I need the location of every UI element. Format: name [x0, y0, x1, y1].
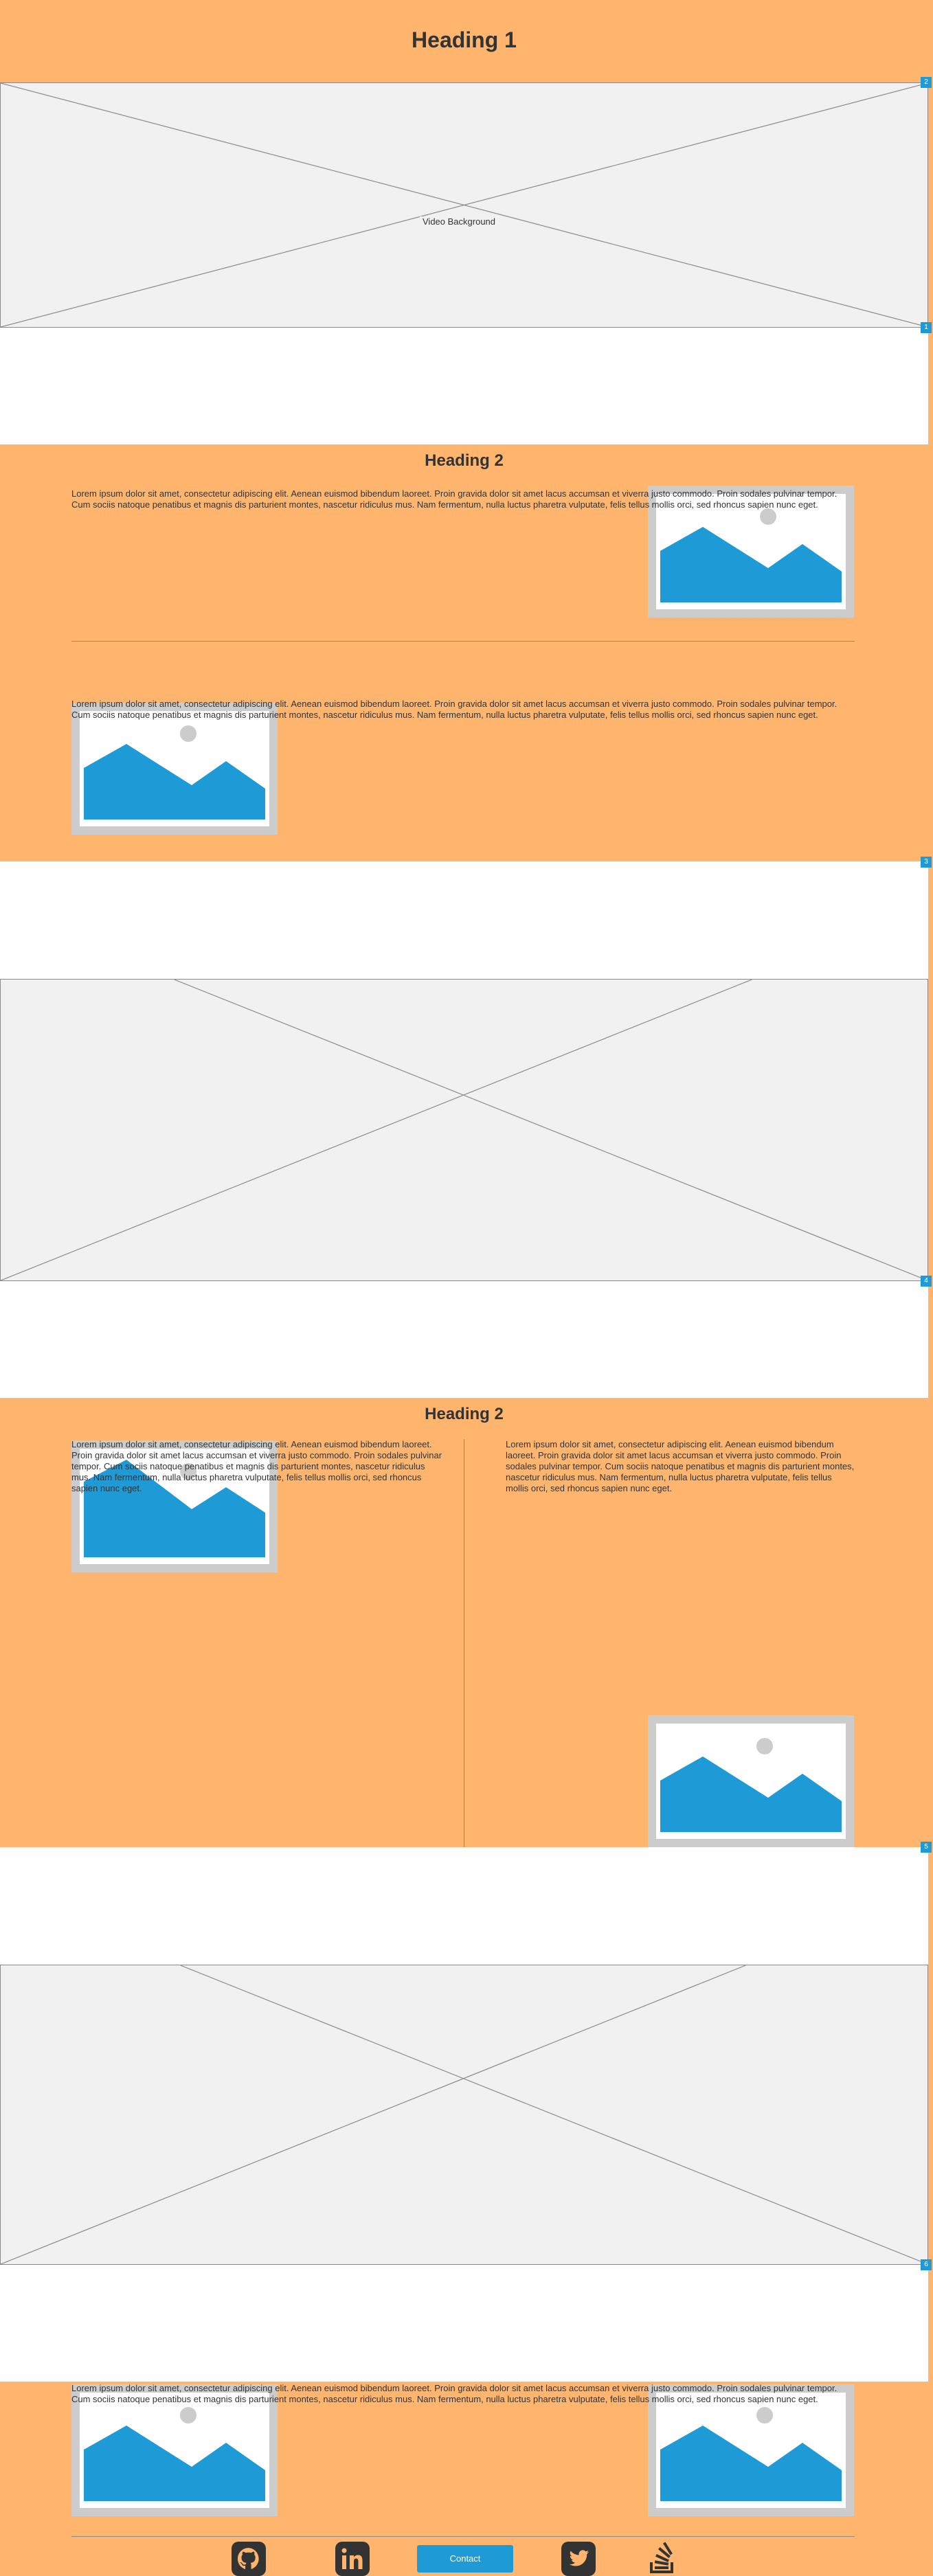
video-label: Video Background — [420, 216, 499, 227]
paragraph: Lorem ipsum dolor sit amet, consectetur … — [71, 488, 838, 510]
github-icon — [232, 2542, 266, 2576]
paragraph: Lorem ipsum dolor sit amet, consectetur … — [71, 699, 838, 720]
media-placeholder[interactable] — [0, 979, 928, 1281]
section-marker: 5 — [921, 1842, 932, 1853]
media-placeholder[interactable] — [0, 1965, 928, 2265]
contact-button[interactable]: Contact — [417, 2545, 513, 2573]
footer-divider — [71, 2536, 855, 2537]
image-placeholder — [648, 1715, 854, 1847]
header: Heading 1 — [0, 0, 928, 82]
spacer-band — [0, 1847, 928, 1965]
spacer-band — [0, 1281, 928, 1398]
section-heading: Heading 2 — [425, 1405, 504, 1423]
section-marker: 1 — [921, 322, 932, 333]
right-edge-strip — [928, 0, 933, 2573]
section-marker: 2 — [921, 77, 932, 88]
linkedin-icon — [335, 2542, 370, 2576]
image-placeholder-icon — [648, 1715, 854, 1847]
placeholder-cross — [1, 83, 928, 327]
placeholder-cross — [1, 1965, 928, 2264]
section-marker: 6 — [921, 2259, 932, 2270]
image-placeholder-icon — [71, 703, 278, 835]
paragraph: Lorem ipsum dolor sit amet, consectetur … — [71, 1439, 442, 1493]
video-background[interactable]: Video Background — [0, 82, 928, 328]
content-section-3: Lorem ipsum dolor sit amet, consectetur … — [0, 2382, 928, 2576]
paragraph: Lorem ipsum dolor sit amet, consectetur … — [71, 2383, 838, 2404]
spacer-band — [0, 2265, 928, 2382]
content-section-1: Heading 2 Lorem ipsum dolor sit amet, co… — [0, 444, 928, 861]
page-title: Heading 1 — [412, 27, 517, 52]
section-marker: 3 — [921, 857, 932, 868]
stackoverflow-link[interactable] — [646, 2542, 680, 2576]
github-link[interactable] — [232, 2542, 266, 2576]
twitter-link[interactable] — [561, 2542, 596, 2576]
content-section-2: Heading 2 Lorem ipsum dolor sit amet, co… — [0, 1398, 928, 1872]
stackoverflow-icon — [650, 2542, 673, 2573]
spacer-band — [0, 861, 928, 979]
image-placeholder — [71, 703, 278, 835]
section-marker: 4 — [921, 1276, 932, 1287]
section-heading: Heading 2 — [425, 451, 504, 470]
placeholder-cross — [1, 980, 928, 1280]
linkedin-link[interactable] — [335, 2542, 370, 2576]
paragraph: Lorem ipsum dolor sit amet, consectetur … — [506, 1439, 855, 1493]
divider — [71, 641, 855, 642]
twitter-icon — [561, 2542, 596, 2576]
spacer-band — [0, 328, 928, 444]
